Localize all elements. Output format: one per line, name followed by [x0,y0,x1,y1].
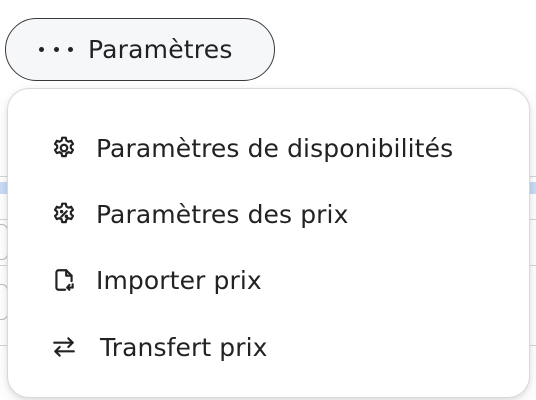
menu-item-label: Paramètres des prix [96,199,349,229]
gear-icon [50,134,78,162]
menu-item-price-settings[interactable]: Paramètres des prix [8,186,529,242]
settings-dropdown-menu: Paramètres de disponibilités Paramètres … [7,88,530,398]
menu-item-label: Paramètres de disponibilités [96,133,454,163]
menu-item-availability-settings[interactable]: Paramètres de disponibilités [8,120,529,176]
file-import-icon [50,266,78,294]
transfer-arrows-icon [50,333,78,361]
more-horizontal-icon [39,46,73,54]
settings-button-label: Paramètres [88,35,233,64]
menu-item-label: Transfert prix [100,332,268,362]
settings-menu-button[interactable]: Paramètres [5,18,275,81]
menu-item-transfer-prices[interactable]: Transfert prix [8,319,529,375]
menu-item-import-prices[interactable]: Importer prix [8,252,529,308]
price-settings-icon [50,200,78,228]
screen: Paramètres Paramètres de disponibilités [0,0,536,400]
menu-item-label: Importer prix [96,265,262,295]
